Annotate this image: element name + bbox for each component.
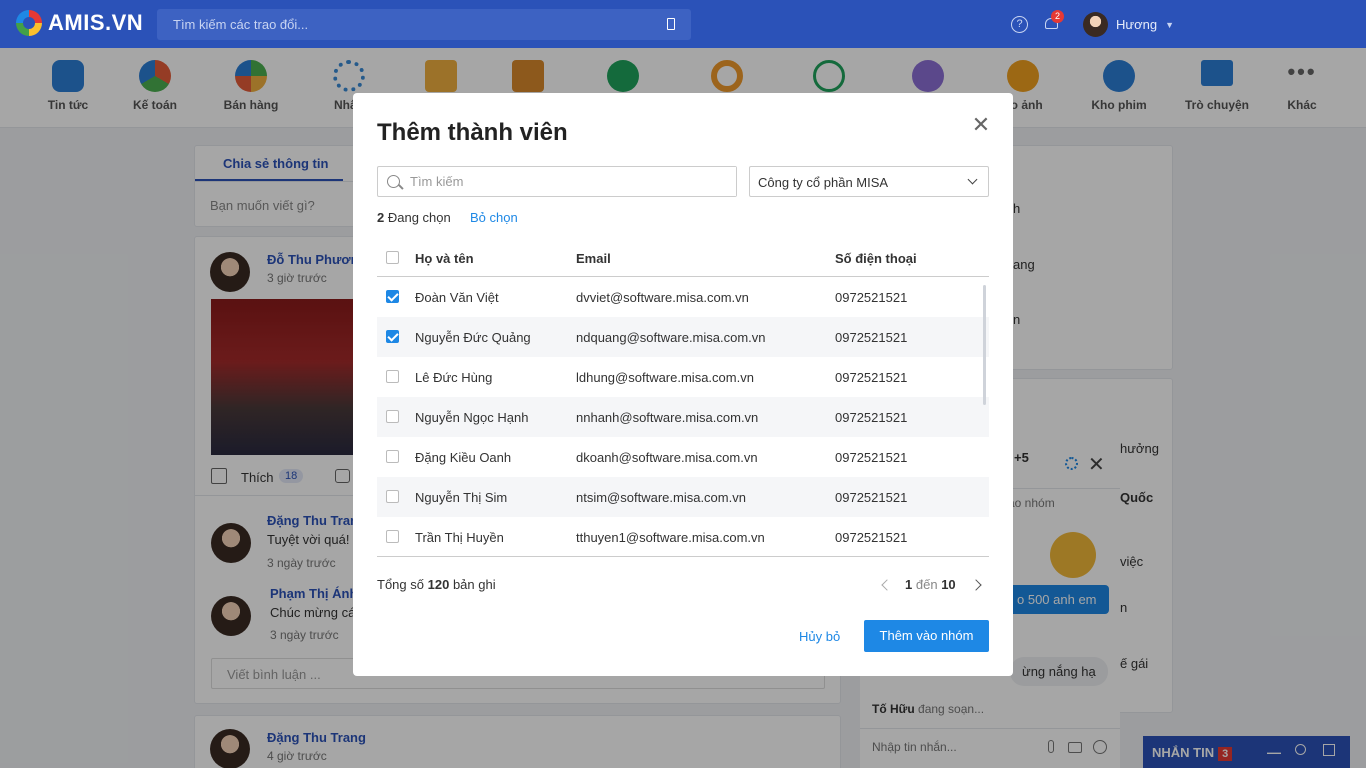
help-icon[interactable]: ? [1011,16,1028,33]
table-row[interactable]: Trần Thị Huyền tthuyen1@software.misa.co… [377,517,989,557]
dialog-title: Thêm thành viên [377,119,568,146]
member-phone: 0972521521 [835,370,908,385]
table-row[interactable]: Nguyễn Thị Sim ntsim@software.misa.com.v… [377,477,989,517]
member-name: Lê Đức Hùng [415,370,493,385]
column-email[interactable]: Email [576,251,611,266]
page-from: 1 [905,577,913,592]
company-select-value: Công ty cổ phần MISA [758,175,889,190]
select-all-checkbox[interactable] [386,251,399,264]
chevron-down-icon: ▼ [1165,19,1174,30]
member-table: Họ và tên Email Số điện thoại Đoàn Văn V… [377,238,989,557]
user-avatar [1083,12,1108,37]
member-email: nnhanh@software.misa.com.vn [576,410,759,425]
cancel-button[interactable]: Hủy bỏ [799,629,840,644]
search-icon [387,175,400,188]
total-count: 120 [427,577,450,592]
member-name: Trần Thị Huyền [415,530,504,545]
column-phone[interactable]: Số điện thoại [835,251,917,266]
table-row[interactable]: Nguyễn Đức Quảng ndquang@software.misa.c… [377,317,989,357]
member-phone: 0972521521 [835,530,908,545]
member-phone: 0972521521 [835,290,908,305]
column-name[interactable]: Họ và tên [415,251,474,266]
total-prefix: Tổng số [377,577,424,592]
page-to: 10 [941,577,956,592]
add-member-dialog: Thêm thành viên ✕ Công ty cổ phần MISA 2… [353,93,1013,676]
row-checkbox[interactable] [386,290,399,303]
row-checkbox[interactable] [386,330,399,343]
logo[interactable]: AMIS.VN [16,10,143,36]
member-email: tthuyen1@software.misa.com.vn [576,530,765,545]
user-name: Hương [1116,17,1158,32]
row-checkbox[interactable] [386,490,399,503]
member-email: ndquang@software.misa.com.vn [576,330,766,345]
member-phone: 0972521521 [835,450,908,465]
top-bar: AMIS.VN Tìm kiếm các trao đổi... ? 2 Hươ… [0,0,1366,48]
row-checkbox[interactable] [386,410,399,423]
row-checkbox[interactable] [386,370,399,383]
member-phone: 0972521521 [835,490,908,505]
table-row[interactable]: Lê Đức Hùng ldhung@software.misa.com.vn … [377,357,989,397]
prev-page-icon[interactable] [881,578,893,591]
row-checkbox[interactable] [386,450,399,463]
selected-label: Đang chọn [387,210,451,225]
logo-text: AMIS.VN [48,10,144,35]
divider [377,556,989,557]
user-menu[interactable]: Hương ▼ [1083,12,1174,37]
page-word: đến [915,577,938,592]
notification-badge: 2 [1051,10,1064,23]
company-select[interactable]: Công ty cổ phần MISA [749,166,989,197]
table-scrollbar[interactable] [983,285,986,405]
member-phone: 0972521521 [835,410,908,425]
keyboard-icon[interactable] [667,18,675,30]
add-to-group-button[interactable]: Thêm vào nhóm [864,620,989,652]
member-email: ntsim@software.misa.com.vn [576,490,746,505]
member-name: Đoàn Văn Việt [415,290,499,305]
member-email: dvviet@software.misa.com.vn [576,290,749,305]
global-search-placeholder: Tìm kiếm các trao đổi... [173,17,309,32]
total-records: Tổng số 120 bản ghi [377,577,496,592]
selection-info: 2 Đang chọn [377,210,451,225]
member-name: Nguyễn Ngọc Hạnh [415,410,529,425]
unselect-link[interactable]: Bỏ chọn [470,210,518,225]
table-row[interactable]: Đặng Kiều Oanh dkoanh@software.misa.com.… [377,437,989,477]
global-search-input[interactable]: Tìm kiếm các trao đổi... [157,9,691,40]
member-email: dkoanh@software.misa.com.vn [576,450,758,465]
next-page-icon[interactable] [969,578,982,591]
total-suffix: bản ghi [452,577,496,592]
table-header: Họ và tên Email Số điện thoại [377,238,989,277]
member-name: Nguyễn Thị Sim [415,490,508,505]
member-name: Đặng Kiều Oanh [415,450,512,465]
notification-bell-icon[interactable]: 2 [1044,10,1064,32]
member-name: Nguyễn Đức Quảng [415,330,531,345]
chevron-down-icon [967,174,978,185]
table-row[interactable]: Nguyễn Ngọc Hạnh nnhanh@software.misa.co… [377,397,989,437]
member-search-box[interactable] [377,166,737,197]
logo-icon [16,10,42,36]
member-email: ldhung@software.misa.com.vn [576,370,754,385]
member-phone: 0972521521 [835,330,908,345]
selected-count: 2 [377,210,385,225]
close-icon[interactable]: ✕ [971,114,991,136]
member-search-input[interactable] [410,167,736,196]
table-row[interactable]: Đoàn Văn Việt dvviet@software.misa.com.v… [377,277,989,317]
pagination: 1 đến 10 [881,577,982,592]
row-checkbox[interactable] [386,530,399,543]
